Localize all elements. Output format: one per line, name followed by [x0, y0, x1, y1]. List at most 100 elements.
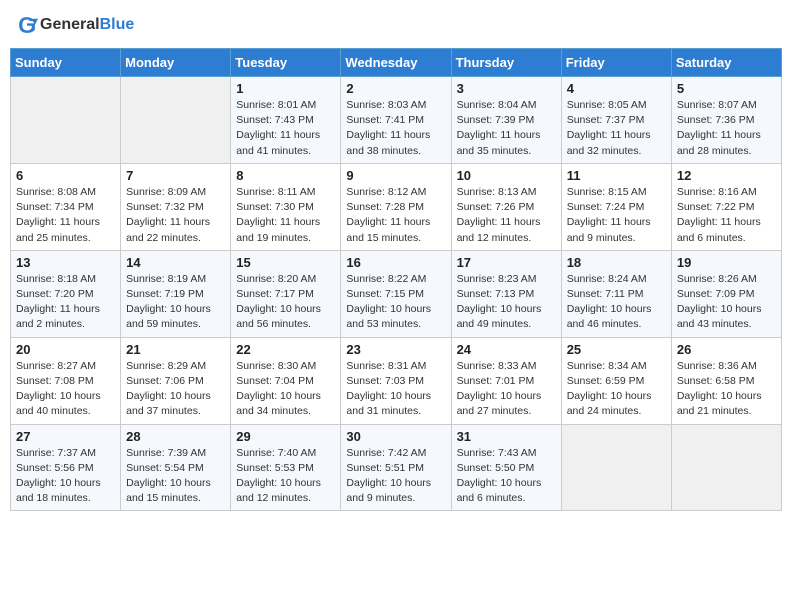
calendar-cell: 18 Sunrise: 8:24 AM Sunset: 7:11 PM Dayli… [561, 250, 671, 337]
day-info: Sunrise: 8:08 AM Sunset: 7:34 PM Dayligh… [16, 185, 115, 246]
calendar-cell: 4 Sunrise: 8:05 AM Sunset: 7:37 PM Daylig… [561, 77, 671, 164]
day-number: 21 [126, 342, 225, 357]
day-info: Sunrise: 8:11 AM Sunset: 7:30 PM Dayligh… [236, 185, 335, 246]
calendar-cell: 15 Sunrise: 8:20 AM Sunset: 7:17 PM Dayli… [231, 250, 341, 337]
day-number: 20 [16, 342, 115, 357]
logo: GeneralBlue [16, 14, 134, 36]
calendar-cell [11, 77, 121, 164]
day-info: Sunrise: 7:37 AM Sunset: 5:56 PM Dayligh… [16, 446, 115, 507]
day-info: Sunrise: 8:05 AM Sunset: 7:37 PM Dayligh… [567, 98, 666, 159]
day-info: Sunrise: 8:26 AM Sunset: 7:09 PM Dayligh… [677, 272, 776, 333]
day-info: Sunrise: 8:15 AM Sunset: 7:24 PM Dayligh… [567, 185, 666, 246]
calendar-week-row: 27 Sunrise: 7:37 AM Sunset: 5:56 PM Dayli… [11, 424, 782, 511]
day-number: 22 [236, 342, 335, 357]
day-number: 18 [567, 255, 666, 270]
calendar-cell: 27 Sunrise: 7:37 AM Sunset: 5:56 PM Dayli… [11, 424, 121, 511]
day-info: Sunrise: 8:12 AM Sunset: 7:28 PM Dayligh… [346, 185, 445, 246]
weekday-header: Wednesday [341, 49, 451, 77]
weekday-header: Friday [561, 49, 671, 77]
calendar-week-row: 20 Sunrise: 8:27 AM Sunset: 7:08 PM Dayli… [11, 337, 782, 424]
day-number: 23 [346, 342, 445, 357]
calendar-cell: 7 Sunrise: 8:09 AM Sunset: 7:32 PM Daylig… [121, 163, 231, 250]
day-info: Sunrise: 7:40 AM Sunset: 5:53 PM Dayligh… [236, 446, 335, 507]
day-number: 30 [346, 429, 445, 444]
day-info: Sunrise: 8:01 AM Sunset: 7:43 PM Dayligh… [236, 98, 335, 159]
day-number: 2 [346, 81, 445, 96]
day-number: 5 [677, 81, 776, 96]
logo-icon [16, 14, 38, 36]
calendar-cell: 14 Sunrise: 8:19 AM Sunset: 7:19 PM Dayli… [121, 250, 231, 337]
day-number: 3 [457, 81, 556, 96]
calendar-cell: 9 Sunrise: 8:12 AM Sunset: 7:28 PM Daylig… [341, 163, 451, 250]
day-info: Sunrise: 7:43 AM Sunset: 5:50 PM Dayligh… [457, 446, 556, 507]
calendar-cell: 1 Sunrise: 8:01 AM Sunset: 7:43 PM Daylig… [231, 77, 341, 164]
logo-general-text: General [40, 16, 100, 33]
calendar-cell [671, 424, 781, 511]
day-info: Sunrise: 8:31 AM Sunset: 7:03 PM Dayligh… [346, 359, 445, 420]
day-number: 27 [16, 429, 115, 444]
calendar-cell: 25Sunrise: 8:34 AM Sunset: 6:59 PM Dayli… [561, 337, 671, 424]
day-info: Sunrise: 8:09 AM Sunset: 7:32 PM Dayligh… [126, 185, 225, 246]
day-info: Sunrise: 8:20 AM Sunset: 7:17 PM Dayligh… [236, 272, 335, 333]
calendar-cell: 17 Sunrise: 8:23 AM Sunset: 7:13 PM Dayli… [451, 250, 561, 337]
weekday-header: Monday [121, 49, 231, 77]
calendar-cell: 11 Sunrise: 8:15 AM Sunset: 7:24 PM Dayli… [561, 163, 671, 250]
day-number: 28 [126, 429, 225, 444]
calendar-cell: 6 Sunrise: 8:08 AM Sunset: 7:34 PM Daylig… [11, 163, 121, 250]
weekday-header: Thursday [451, 49, 561, 77]
calendar-cell: 12 Sunrise: 8:16 AM Sunset: 7:22 PM Dayli… [671, 163, 781, 250]
day-number: 15 [236, 255, 335, 270]
day-number: 10 [457, 168, 556, 183]
day-info: Sunrise: 8:03 AM Sunset: 7:41 PM Dayligh… [346, 98, 445, 159]
day-info: Sunrise: 8:27 AM Sunset: 7:08 PM Dayligh… [16, 359, 115, 420]
day-info: Sunrise: 7:39 AM Sunset: 5:54 PM Dayligh… [126, 446, 225, 507]
day-number: 31 [457, 429, 556, 444]
day-info: Sunrise: 8:36 AM Sunset: 6:58 PM Dayligh… [677, 359, 776, 420]
weekday-header-row: SundayMondayTuesdayWednesdayThursdayFrid… [11, 49, 782, 77]
calendar-cell: 2 Sunrise: 8:03 AM Sunset: 7:41 PM Daylig… [341, 77, 451, 164]
calendar-cell: 3Sunrise: 8:04 AM Sunset: 7:39 PM Daylig… [451, 77, 561, 164]
calendar-cell: 16Sunrise: 8:22 AM Sunset: 7:15 PM Dayli… [341, 250, 451, 337]
day-info: Sunrise: 8:29 AM Sunset: 7:06 PM Dayligh… [126, 359, 225, 420]
day-number: 26 [677, 342, 776, 357]
day-info: Sunrise: 8:19 AM Sunset: 7:19 PM Dayligh… [126, 272, 225, 333]
calendar-table: SundayMondayTuesdayWednesdayThursdayFrid… [10, 48, 782, 511]
day-number: 6 [16, 168, 115, 183]
calendar-cell: 30 Sunrise: 7:42 AM Sunset: 5:51 PM Dayli… [341, 424, 451, 511]
weekday-header: Saturday [671, 49, 781, 77]
calendar-cell: 29 Sunrise: 7:40 AM Sunset: 5:53 PM Dayli… [231, 424, 341, 511]
day-info: Sunrise: 8:18 AM Sunset: 7:20 PM Dayligh… [16, 272, 115, 333]
calendar-cell: 19Sunrise: 8:26 AM Sunset: 7:09 PM Dayli… [671, 250, 781, 337]
day-number: 8 [236, 168, 335, 183]
day-info: Sunrise: 8:23 AM Sunset: 7:13 PM Dayligh… [457, 272, 556, 333]
day-number: 1 [236, 81, 335, 96]
calendar-week-row: 6 Sunrise: 8:08 AM Sunset: 7:34 PM Daylig… [11, 163, 782, 250]
day-number: 14 [126, 255, 225, 270]
calendar-week-row: 13 Sunrise: 8:18 AM Sunset: 7:20 PM Dayli… [11, 250, 782, 337]
calendar-cell: 5 Sunrise: 8:07 AM Sunset: 7:36 PM Daylig… [671, 77, 781, 164]
day-number: 24 [457, 342, 556, 357]
calendar-cell: 13 Sunrise: 8:18 AM Sunset: 7:20 PM Dayli… [11, 250, 121, 337]
day-info: Sunrise: 8:16 AM Sunset: 7:22 PM Dayligh… [677, 185, 776, 246]
day-number: 29 [236, 429, 335, 444]
day-number: 12 [677, 168, 776, 183]
day-number: 11 [567, 168, 666, 183]
day-number: 13 [16, 255, 115, 270]
calendar-week-row: 1 Sunrise: 8:01 AM Sunset: 7:43 PM Daylig… [11, 77, 782, 164]
day-number: 7 [126, 168, 225, 183]
calendar-cell: 10 Sunrise: 8:13 AM Sunset: 7:26 PM Dayli… [451, 163, 561, 250]
day-info: Sunrise: 7:42 AM Sunset: 5:51 PM Dayligh… [346, 446, 445, 507]
weekday-header: Sunday [11, 49, 121, 77]
calendar-cell: 23 Sunrise: 8:31 AM Sunset: 7:03 PM Dayli… [341, 337, 451, 424]
calendar-cell: 21 Sunrise: 8:29 AM Sunset: 7:06 PM Dayli… [121, 337, 231, 424]
calendar-cell: 20 Sunrise: 8:27 AM Sunset: 7:08 PM Dayli… [11, 337, 121, 424]
day-number: 9 [346, 168, 445, 183]
day-number: 4 [567, 81, 666, 96]
calendar-cell [561, 424, 671, 511]
day-number: 17 [457, 255, 556, 270]
calendar-cell: 28 Sunrise: 7:39 AM Sunset: 5:54 PM Dayli… [121, 424, 231, 511]
day-info: Sunrise: 8:24 AM Sunset: 7:11 PM Dayligh… [567, 272, 666, 333]
day-info: Sunrise: 8:13 AM Sunset: 7:26 PM Dayligh… [457, 185, 556, 246]
calendar-cell: 8 Sunrise: 8:11 AM Sunset: 7:30 PM Daylig… [231, 163, 341, 250]
day-info: Sunrise: 8:07 AM Sunset: 7:36 PM Dayligh… [677, 98, 776, 159]
